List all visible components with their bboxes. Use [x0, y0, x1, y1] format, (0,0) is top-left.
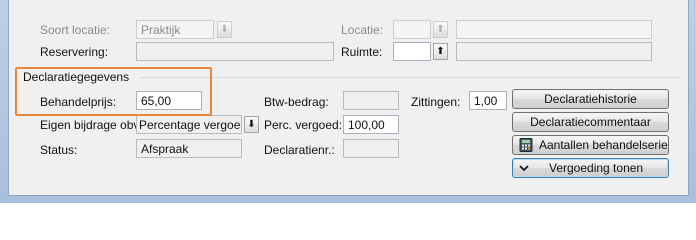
ruimte-description-field[interactable]	[456, 42, 652, 61]
eigen-bijdrage-dropdown-button[interactable]: ⬇	[244, 116, 259, 133]
up-arrow-icon: ⬆	[436, 45, 445, 57]
locatie-code-field[interactable]	[393, 20, 431, 39]
vergoeding-tonen-button[interactable]: Vergoeding tonen	[512, 158, 669, 178]
section-divider	[140, 77, 680, 78]
calculator-icon	[519, 138, 533, 152]
reservering-field[interactable]	[136, 42, 334, 61]
locatie-description-field[interactable]	[456, 20, 652, 39]
perc-vergoed-field[interactable]: 100,00	[343, 115, 399, 134]
down-arrow-icon: ⬇	[220, 23, 229, 35]
locatie-dropdown-button[interactable]: ⬆	[433, 21, 448, 38]
ruimte-dropdown-button[interactable]: ⬆	[433, 43, 448, 60]
declaratiecommentaar-button-label: Declaratiecommentaar	[530, 115, 651, 129]
vergoeding-tonen-button-label: Vergoeding tonen	[549, 161, 644, 175]
highlight-annotation	[15, 67, 212, 116]
aantallen-behandelserie-button[interactable]: Aantallen behandelserie	[512, 135, 669, 155]
down-arrow-icon: ⬇	[247, 118, 256, 130]
btw-bedrag-label: Btw-bedrag:	[264, 95, 329, 109]
up-arrow-icon: ⬆	[436, 23, 445, 35]
chevron-down-icon	[519, 165, 529, 172]
perc-vergoed-label: Perc. vergoed:	[264, 118, 343, 132]
status-field[interactable]: Afspraak	[136, 139, 242, 158]
soort-locatie-field[interactable]: Praktijk	[136, 20, 214, 39]
declaratiehistorie-button-label: Declaratiehistorie	[544, 92, 637, 106]
ruimte-code-field[interactable]	[393, 42, 431, 61]
declaratiehistorie-button[interactable]: Declaratiehistorie	[512, 89, 669, 109]
declaratiecommentaar-button[interactable]: Declaratiecommentaar	[512, 112, 669, 132]
soort-locatie-dropdown-button[interactable]: ⬇	[217, 21, 232, 38]
aantallen-behandelserie-button-label: Aantallen behandelserie	[539, 138, 668, 152]
zittingen-field[interactable]: 1,00	[469, 91, 507, 110]
status-label: Status:	[40, 143, 78, 157]
zittingen-label: Zittingen:	[411, 95, 461, 109]
declaratienr-label: Declaratienr.:	[264, 143, 335, 157]
eigen-bijdrage-field[interactable]: Percentage vergoed	[136, 115, 242, 134]
soort-locatie-label: Soort locatie:	[40, 23, 111, 37]
reservering-label: Reservering:	[40, 45, 109, 59]
locatie-label: Locatie:	[341, 23, 384, 37]
declaratienr-field[interactable]	[343, 139, 399, 158]
ruimte-label: Ruimte:	[341, 45, 383, 59]
eigen-bijdrage-label: Eigen bijdrage obv:	[40, 118, 143, 132]
btw-bedrag-field[interactable]	[343, 91, 399, 110]
